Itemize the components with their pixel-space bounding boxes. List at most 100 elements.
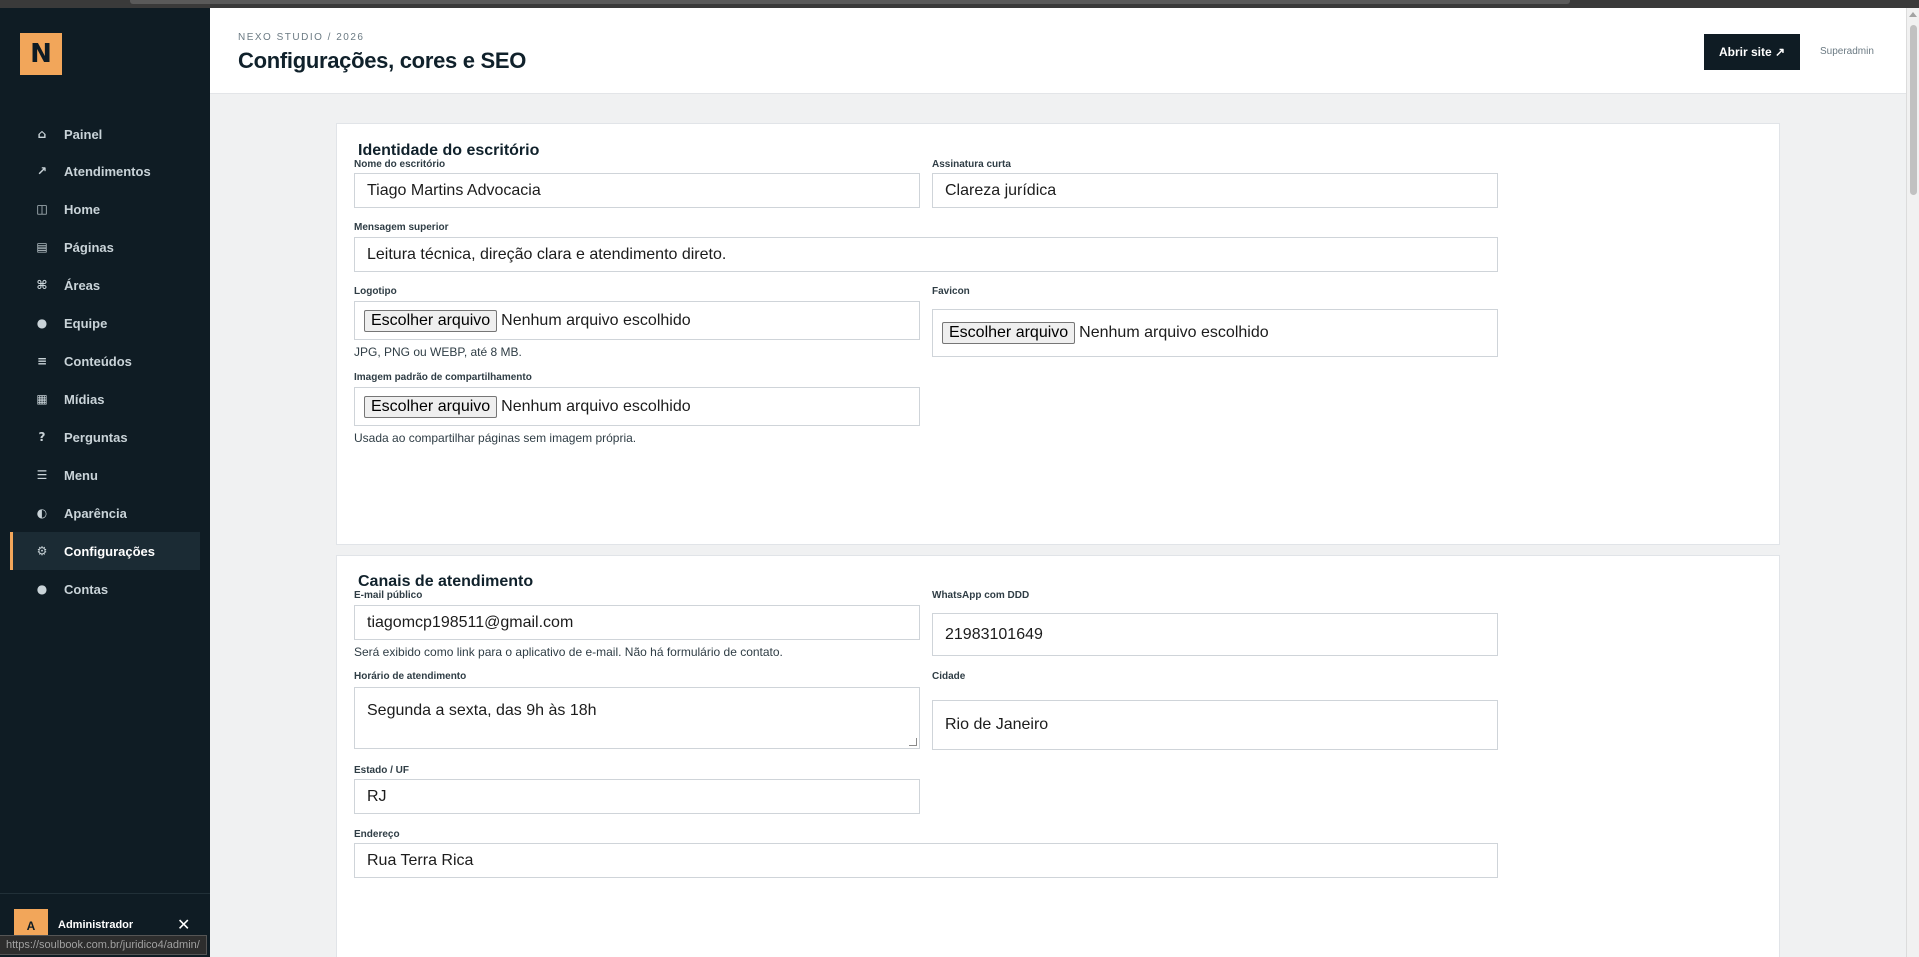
user-name: Administrador: [58, 919, 134, 931]
address-label: Endereço: [354, 829, 400, 840]
favicon-choose-button[interactable]: Escolher arquivo: [942, 322, 1076, 344]
user-icon: ●: [36, 582, 48, 596]
email-field[interactable]: tiagomcp198511@gmail.com: [354, 605, 920, 640]
top-message-label: Mensagem superior: [354, 222, 449, 233]
email-value: tiagomcp198511@gmail.com: [367, 613, 574, 631]
status-bar-url: https://soulbook.com.br/juridico4/admin/: [0, 935, 207, 955]
logo-file-status: Nenhum arquivo escolhido: [501, 311, 691, 329]
sidebar-item-label: Equipe: [64, 315, 108, 331]
sidebar-item-label: Páginas: [64, 239, 114, 255]
share-image-choose-button[interactable]: Escolher arquivo: [364, 395, 498, 418]
logo-hint: JPG, PNG ou WEBP, até 8 MB.: [354, 345, 522, 359]
gear-icon: ⚙: [36, 544, 48, 558]
sidebar-item-menu[interactable]: ☰ Menu: [10, 456, 200, 494]
resize-handle[interactable]: [909, 738, 917, 746]
user-role: Superadmin: [1820, 46, 1874, 57]
sidebar-item-label: Aparência: [64, 505, 127, 521]
team-icon: ●: [36, 316, 48, 330]
sidebar-item-label: Contas: [64, 581, 109, 597]
sidebar-item-painel[interactable]: ⌂ Painel: [10, 116, 200, 152]
channels-card: Canais de atendimento E-mail público tia…: [336, 555, 1780, 957]
city-value: Rio de Janeiro: [945, 716, 1049, 733]
sidebar-item-equipe[interactable]: ● Equipe: [10, 304, 200, 342]
share-image-hint: Usada ao compartilhar páginas sem imagem…: [354, 431, 637, 445]
sidebar-item-label: Home: [64, 201, 101, 217]
sidebar-item-label: Perguntas: [64, 429, 128, 445]
main-content: NEXO STUDIO / 2026 Configurações, cores …: [210, 8, 1906, 957]
sidebar-item-label: Painel: [64, 126, 103, 142]
favicon-file-status: Nenhum arquivo escolhido: [1079, 324, 1269, 341]
question-icon: ?: [38, 430, 46, 444]
scrollbar-thumb[interactable]: [1910, 25, 1917, 195]
menu-icon: ☰: [36, 468, 48, 482]
page-header: NEXO STUDIO / 2026 Configurações, cores …: [210, 8, 1906, 94]
scrollbar[interactable]: [1906, 8, 1919, 957]
hours-value: Segunda a sexta, das 9h às 18h: [367, 702, 597, 719]
content-icon: ≡: [36, 354, 48, 368]
logo-choose-button[interactable]: Escolher arquivo: [364, 309, 498, 332]
sidebar-item-areas[interactable]: ⌘ Áreas: [10, 266, 200, 304]
pages-icon: ▤: [36, 240, 48, 254]
state-value: RJ: [367, 787, 387, 805]
browser-tab-strip: [130, 0, 1570, 4]
city-field[interactable]: Rio de Janeiro: [932, 700, 1498, 750]
logo-label: Logotipo: [354, 286, 397, 297]
sidebar-item-home[interactable]: ◫ Home: [10, 190, 200, 228]
identity-card: Identidade do escritório Nome do escritó…: [336, 123, 1780, 545]
sidebar-item-label: Atendimentos: [64, 163, 151, 179]
media-icon: ▦: [36, 392, 48, 406]
sidebar-nav: ⌂ Painel ↗ Atendimentos ◫ Home ▤ Páginas ⌘ Áreas ●…: [10, 116, 200, 608]
favicon-label: Favicon: [932, 286, 970, 297]
whatsapp-field[interactable]: 21983101649: [932, 613, 1498, 656]
office-name-value: Tiago Martins Advocacia: [367, 181, 541, 199]
state-field[interactable]: RJ: [354, 779, 920, 814]
city-label: Cidade: [932, 671, 966, 682]
signature-label: Assinatura curta: [932, 159, 1011, 170]
signature-value: Clareza jurídica: [945, 181, 1057, 199]
sidebar: N ⌂ Painel ↗ Atendimentos ◫ Home ▤ Páginas ⌘ Área…: [0, 8, 210, 957]
whatsapp-label: WhatsApp com DDD: [932, 590, 1030, 601]
share-image-label: Imagem padrão de compartilhamento: [354, 372, 532, 383]
office-name-field[interactable]: Tiago Martins Advocacia: [354, 173, 920, 208]
favicon-file-input[interactable]: Escolher arquivo Nenhum arquivo escolhid…: [932, 309, 1498, 357]
sidebar-item-configuracoes[interactable]: ⚙ Configurações: [10, 532, 200, 570]
share-image-file-status: Nenhum arquivo escolhido: [501, 397, 691, 415]
sidebar-item-contas[interactable]: ● Contas: [10, 570, 200, 608]
signature-field[interactable]: Clareza jurídica: [932, 173, 1498, 208]
sidebar-item-atendimentos[interactable]: ↗ Atendimentos: [10, 152, 200, 190]
home-icon: ⌂: [37, 127, 47, 141]
command-icon: ⌘: [36, 278, 48, 292]
browser-top-bar: [0, 0, 1919, 8]
sidebar-item-label: Menu: [64, 467, 98, 483]
section-title: Canais de atendimento: [358, 573, 534, 590]
email-label: E-mail público: [354, 590, 423, 601]
office-name-label: Nome do escritório: [354, 159, 446, 170]
open-site-button[interactable]: Abrir site ↗: [1704, 34, 1800, 70]
address-value: Rua Terra Rica: [367, 851, 474, 869]
sidebar-item-midias[interactable]: ▦ Mídias: [10, 380, 200, 418]
email-hint: Será exibido como link para o aplicativo…: [354, 645, 783, 659]
address-field[interactable]: Rua Terra Rica: [354, 843, 1498, 878]
scroll-up-arrow-icon[interactable]: [1909, 12, 1917, 17]
sidebar-item-label: Configurações: [64, 543, 156, 559]
sidebar-item-perguntas[interactable]: ? Perguntas: [10, 418, 200, 456]
top-message-value: Leitura técnica, direção clara e atendim…: [367, 245, 727, 263]
section-title: Identidade do escritório: [358, 142, 540, 159]
share-image-file-input[interactable]: Escolher arquivo Nenhum arquivo escolhid…: [354, 387, 920, 426]
appearance-icon: ◐: [36, 506, 48, 520]
layout-icon: ◫: [36, 202, 48, 216]
sidebar-item-label: Áreas: [64, 277, 101, 293]
hours-textarea[interactable]: Segunda a sexta, das 9h às 18h: [354, 687, 920, 749]
whatsapp-value: 21983101649: [945, 625, 1043, 643]
sidebar-item-paginas[interactable]: ▤ Páginas: [10, 228, 200, 266]
arrow-up-right-icon: ↗: [36, 164, 48, 178]
close-icon[interactable]: ✕: [177, 915, 190, 935]
logo-file-input[interactable]: Escolher arquivo Nenhum arquivo escolhid…: [354, 301, 920, 340]
sidebar-item-label: Conteúdos: [64, 353, 132, 369]
brand-logo[interactable]: N: [20, 33, 62, 75]
sidebar-item-aparencia[interactable]: ◐ Aparência: [10, 494, 200, 532]
sidebar-item-conteudos[interactable]: ≡ Conteúdos: [10, 342, 200, 380]
page-title: Configurações, cores e SEO: [238, 48, 527, 73]
top-message-field[interactable]: Leitura técnica, direção clara e atendim…: [354, 237, 1498, 272]
breadcrumb: NEXO STUDIO / 2026: [238, 32, 365, 43]
